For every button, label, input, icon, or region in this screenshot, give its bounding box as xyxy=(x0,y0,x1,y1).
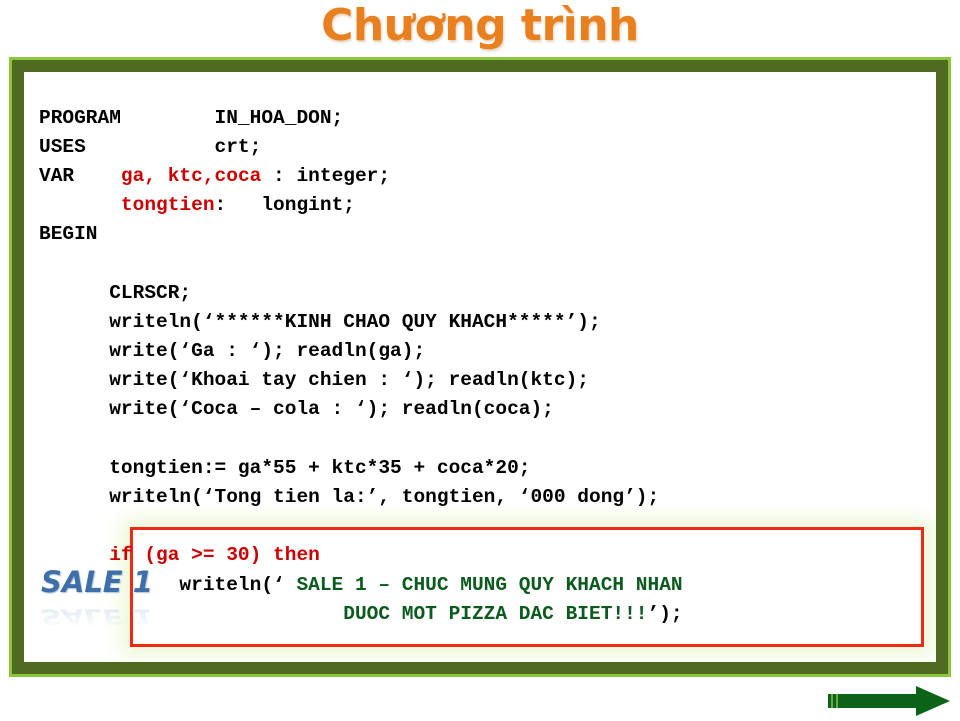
code-line: tongtien:= ga*55 + ktc*35 + coca*20; xyxy=(39,454,683,483)
code-token: write(‘Coca – cola : ‘); readln(coca); xyxy=(39,398,554,421)
code-line: writeln(‘ SALE 1 – CHUC MUNG QUY KHACH N… xyxy=(39,571,683,600)
code-frame-inner-border: SALE 1 SALE 1 PROGRAM IN_HOA_DON; USES cr… xyxy=(12,60,948,674)
code-frame-outer-border: SALE 1 SALE 1 PROGRAM IN_HOA_DON; USES cr… xyxy=(9,57,951,677)
code-token: write(‘Khoai tay chien : ‘); readln(ktc)… xyxy=(39,369,589,392)
code-token: write(‘Ga : ‘); readln(ga); xyxy=(39,340,426,362)
code-line: write(‘Ga : ‘); readln(ga); xyxy=(39,337,683,366)
code-line: writeln(‘****CAM ON QUY KHACH!HEN GAP LA… xyxy=(39,658,683,662)
code-token-string: SALE 1 – CHUC MUNG QUY KHACH NHAN xyxy=(296,573,683,596)
code-listing: PROGRAM IN_HOA_DON; USES crt; VAR ga, ktc,… xyxy=(39,104,683,663)
code-token-string: DUOC MOT PIZZA DAC BIET!!! xyxy=(343,602,648,625)
code-line: DUOC MOT PIZZA DAC BIET!!!’); xyxy=(39,600,683,629)
code-line: writeln(‘Tong tien la:’, tongtien, ‘000 … xyxy=(39,483,683,512)
code-token: USES crt; xyxy=(39,135,262,158)
page-title: Chương trình xyxy=(321,0,639,51)
code-token: : longint; xyxy=(214,194,355,217)
code-token: writeln(‘******KINH CHAO QUY KHACH*****’… xyxy=(39,310,601,333)
arrow-right-icon xyxy=(828,686,950,716)
code-line: CLRSCR; xyxy=(39,279,683,308)
next-arrow-icon[interactable] xyxy=(828,686,950,716)
code-line: USES crt; xyxy=(39,133,683,162)
code-line: writeln(‘******KINH CHAO QUY KHACH*****’… xyxy=(39,308,683,337)
code-token: VAR xyxy=(39,164,121,187)
code-token: writeln(‘****CAM ON QUY KHACH!HEN GAP LA… xyxy=(39,661,624,662)
code-token: ’); xyxy=(647,602,683,625)
code-token: BEGIN xyxy=(39,223,98,246)
code-token: tongtien:= ga*55 + ktc*35 + coca*20; xyxy=(39,456,531,479)
code-token: writeln(‘ xyxy=(39,573,297,596)
code-token: writeln(‘Tong tien la:’, tongtien, ‘000 … xyxy=(39,485,660,508)
code-token: PROGRAM IN_HOA_DON; xyxy=(39,106,344,129)
code-canvas: SALE 1 SALE 1 PROGRAM IN_HOA_DON; USES cr… xyxy=(24,72,936,662)
code-token-identifier: tongtien xyxy=(120,194,215,217)
code-line: BEGIN xyxy=(39,220,683,249)
code-line: PROGRAM IN_HOA_DON; xyxy=(39,104,683,133)
code-line: write(‘Khoai tay chien : ‘); readln(ktc)… xyxy=(39,366,683,395)
code-token: CLRSCR; xyxy=(39,281,192,304)
code-token: if (ga >= 30) then xyxy=(39,544,320,567)
code-line: VAR ga, ktc,coca : integer; xyxy=(39,162,683,191)
code-line: if (ga >= 30) then xyxy=(39,541,683,570)
code-token-identifier: ga, ktc,coca xyxy=(120,164,262,187)
code-line: write(‘Coca – cola : ‘); readln(coca); xyxy=(39,395,683,424)
code-line: tongtien: longint; xyxy=(39,191,683,220)
code-token: : integer; xyxy=(261,164,391,187)
